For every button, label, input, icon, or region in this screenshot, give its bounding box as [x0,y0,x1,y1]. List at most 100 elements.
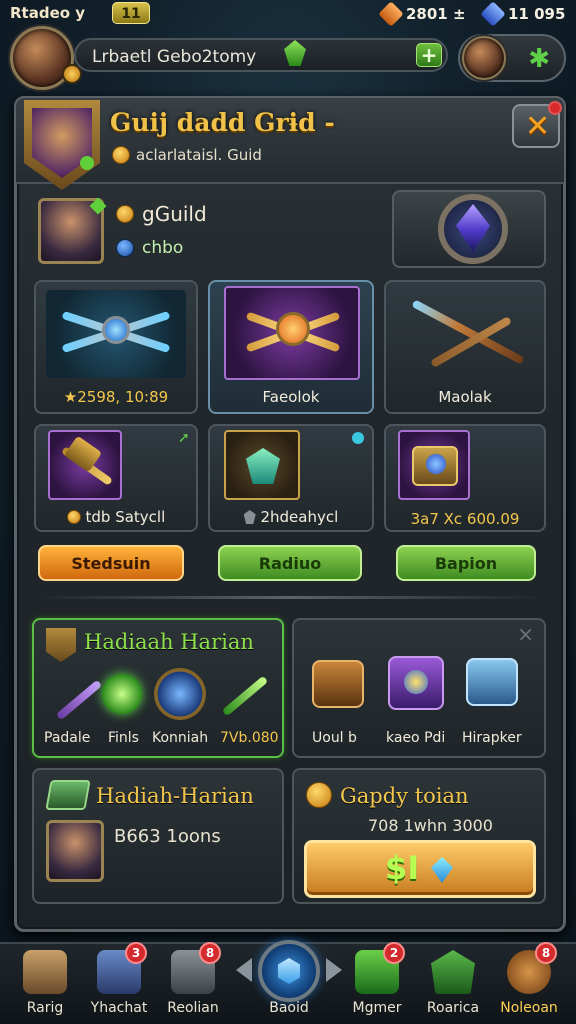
panel-subtitle: aclarlataisl. Guid [112,146,262,164]
friend-avatar[interactable] [462,36,506,80]
crossbow-icon [46,290,186,378]
daily-item-2: Finls [108,730,139,746]
spear-icon [396,290,536,378]
gold-gear-icon [154,668,206,720]
buy-button[interactable]: $I [304,840,536,898]
add-button[interactable]: + [416,43,442,67]
close-icon: ✕ [525,109,551,144]
daily-reward-2-title: Hadiah-Harian [96,784,254,808]
nav-home-label: Baoid [269,1000,309,1016]
player-level-title: Rtadeo y [10,4,86,22]
coin-icon [112,146,130,164]
weapon-card-6[interactable]: 3a7 Xc 600.09 [384,424,546,532]
chest-panel[interactable]: × Uoul b kaeo Pdi Hirapker [292,618,546,758]
quest-icon [431,950,475,994]
nav-quest[interactable]: Roarica [418,950,488,1016]
more-badge: 8 [535,942,557,964]
nav-home-label-wrap: Baoid [254,1000,324,1016]
nav-right-arrow-icon[interactable] [326,958,342,982]
daily-reward-panel[interactable]: Hadiaah Harian Padale Finls Konniah 7Vb.… [32,618,284,758]
shield-amulet-icon [224,430,300,500]
guild-id-row: chbo [116,238,183,258]
weapon-card-5[interactable]: 2hdeahycl [208,424,374,532]
action-button-3[interactable]: Bapion [396,545,536,581]
player-name: Lrbaetl Gebo2tomy [92,47,257,67]
hammer-icon [48,430,122,500]
nav-chat-label: Yhachat [90,1000,148,1016]
blue-chest-icon [466,658,518,706]
weapon-card-2-label: Faeolok [262,388,320,406]
panel-title: Guij dadd Grɨd - [110,108,335,137]
shield-small-icon [243,510,256,524]
cube-icon [278,958,300,984]
sword-reward-icon [55,679,103,721]
shop-price: 708 1whn 3000 [368,816,493,835]
nav-left-arrow-icon[interactable] [236,958,252,982]
nav-more-label: Noleoan [500,1000,558,1016]
nav-rank[interactable]: Rarig [10,950,80,1016]
weapon-card-2[interactable]: Faeolok [208,280,374,414]
nav-member-label: Mgmer [352,1000,402,1016]
nav-rank-label: Rarig [26,1000,64,1016]
member-icon: 2 [355,942,405,994]
action-button-1[interactable]: Stedsuin [38,545,184,581]
chest-panel-close-icon[interactable]: × [517,622,534,646]
diamond-icon [431,857,453,883]
weapon-card-6-label: 3a7 Xc 600.09 [410,510,520,528]
star-icon[interactable]: ✱ [528,44,550,74]
friend-panel[interactable]: ✱ [458,34,566,82]
rank-icon [23,950,67,994]
nav-inventory-label: Reolian [167,1000,219,1016]
chest-icon [398,430,470,500]
top-status-bar: Rtadeo y 11 2801 ± 11 095 [0,0,576,30]
nav-member[interactable]: 2 Mgmer [342,942,412,1016]
guild-name-row: gGuild [116,202,207,226]
info-dot-icon [352,432,364,444]
nav-quest-label: Roarica [426,1000,480,1016]
nav-inventory[interactable]: 8 Reolian [158,942,228,1016]
nav-more[interactable]: 8 Noleoan [494,942,564,1016]
nav-home-button[interactable] [258,940,320,1002]
weapon-card-1[interactable]: ★2598, 10:89 [34,280,198,414]
daily-shield-icon [46,628,76,662]
level-badge: 11 [112,2,150,24]
weapon-card-3[interactable]: Maolak [384,280,546,414]
player-name-bar[interactable]: Lrbaetl Gebo2tomy + [74,38,448,72]
close-button[interactable]: ✕ [512,101,562,148]
guild-coin-icon [116,205,134,223]
weapon-card-4-label-row: tdb Satycll [36,508,196,526]
green-dagger-icon [221,675,269,717]
blue-gem-counter[interactable]: 11 095 [480,1,565,27]
chest-item-1: Uoul b [312,730,357,746]
upgrade-arrow-icon: ➚ [178,430,190,446]
axe-icon [224,286,360,380]
panel-subtitle-text: aclarlataisl. Guid [136,146,262,164]
member-badge: 2 [383,942,405,964]
chest-item-2: kaeo Pdi [386,730,446,746]
daily-item-3: Konniah [152,730,209,746]
online-indicator-icon [80,156,94,170]
more-icon: 8 [507,942,557,994]
daily-reward-panel-2[interactable]: Hadiah-Harian B663 1oons [32,768,284,904]
weapon-card-4[interactable]: ➚ tdb Satycll [34,424,198,532]
chest-item-3: Hirapker [462,730,522,746]
inventory-badge: 8 [199,942,221,964]
wooden-chest-icon [312,660,364,708]
daily-item-4: 7Vb.080 [220,730,279,746]
section-divider [34,596,544,599]
weapon-card-5-label-row: 2hdeahycl [210,508,372,526]
hero-portrait[interactable] [46,820,104,882]
daily-reward-2-text: B663 1oons [114,826,221,847]
weapon-card-1-label: ★2598, 10:89 [63,388,169,406]
action-button-2[interactable]: Radiuo [218,545,362,581]
shop-title: Gapdy toian [340,784,469,808]
orange-gem-counter[interactable]: 2801 ± [378,1,466,27]
daily-reward-title: Hadiaah Harian [84,630,254,654]
chat-badge: 3 [125,942,147,964]
guild-emblem[interactable] [392,190,546,268]
guild-id: chbo [142,238,184,258]
nav-chat[interactable]: 3 Yhachat [84,942,154,1016]
chest-nav-icon: 8 [171,942,221,994]
guild-id-icon [116,239,134,257]
shop-coin-icon [306,782,332,808]
